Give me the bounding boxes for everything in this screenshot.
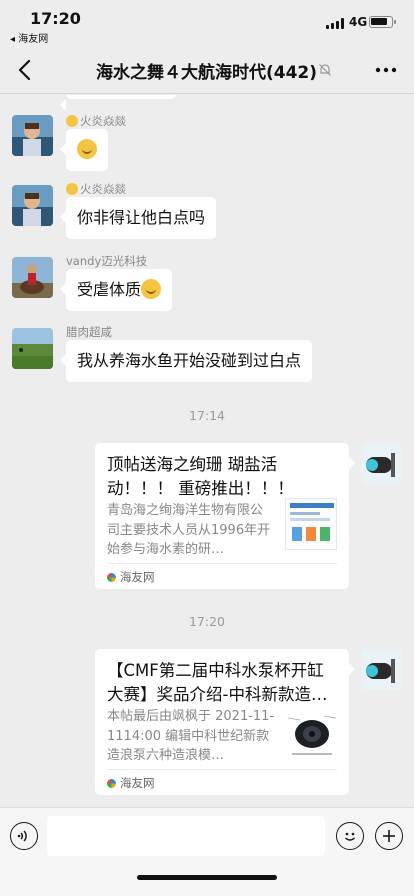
sender-name: 火炎焱燚	[66, 181, 126, 197]
message-bubble[interactable]: 受虐体质	[59, 269, 173, 311]
signal-icon	[326, 18, 344, 29]
voice-icon[interactable]	[10, 822, 38, 850]
link-card[interactable]: 【CMF第二届中科水泵杯开缸大赛】奖品介绍-中科新款造… 本帖最后由飒枫于 20…	[95, 649, 355, 795]
message-bubble-partial[interactable]	[60, 95, 176, 111]
card-divider	[107, 769, 337, 770]
message-input[interactable]	[47, 816, 325, 856]
source-logo-icon	[107, 572, 116, 582]
smile-emoji-icon	[66, 115, 78, 127]
avatar[interactable]	[12, 257, 53, 298]
card-thumbnail	[285, 498, 337, 550]
card-source: 海友网	[107, 775, 155, 791]
card-source: 海友网	[107, 569, 155, 585]
battery-icon	[369, 16, 396, 28]
card-description: 青岛海之绚海洋生物有限公司主要技术人员从1996年开始参与海水素的研…	[107, 503, 271, 557]
message-bubble[interactable]: 你非得让他白点吗	[59, 197, 217, 239]
emoji-icon[interactable]	[336, 822, 364, 850]
plus-icon[interactable]	[375, 822, 403, 850]
message-list[interactable]: 火炎焱燚 火炎焱燚 你非得让他白点吗 vandy迈光科技 受虐体质 腊肉超咸 我…	[0, 95, 414, 807]
status-bar: 17:20 ◂ 海友网 4G	[0, 0, 414, 46]
input-bar	[0, 807, 414, 896]
smile-emoji-icon	[66, 183, 78, 195]
avatar[interactable]	[361, 443, 402, 484]
home-indicator[interactable]	[137, 875, 277, 880]
message-bubble[interactable]: 我从养海水鱼开始没碰到过白点	[59, 340, 313, 382]
card-title: 顶帖送海之绚珊 瑚盐活动！！！ 重磅推出！！！	[107, 455, 294, 498]
timestamp: 17:14	[188, 408, 226, 423]
avatar[interactable]	[12, 185, 53, 226]
network-type: 4G	[349, 15, 368, 29]
back-to-app-link[interactable]: ◂ 海友网	[10, 30, 48, 45]
mute-bell-icon	[319, 64, 331, 76]
avatar[interactable]	[12, 328, 53, 369]
source-logo-icon	[107, 778, 116, 788]
more-dots-icon[interactable]	[374, 60, 398, 80]
sender-name: 腊肉超咸	[66, 325, 112, 339]
avatar[interactable]	[361, 649, 402, 690]
link-card[interactable]: 顶帖送海之绚珊 瑚盐活动！！！ 重磅推出！！！ 青岛海之绚海洋生物有限公司主要技…	[95, 443, 355, 589]
laughing-emoji-icon	[77, 139, 97, 159]
message-bubble[interactable]	[60, 129, 108, 171]
card-divider	[107, 563, 337, 564]
status-time: 17:20	[30, 9, 81, 28]
sender-name: 火炎焱燚	[66, 113, 126, 129]
timestamp: 17:20	[188, 614, 226, 629]
chat-title[interactable]: 海水之舞４大航海时代(442)	[96, 58, 317, 83]
grin-emoji-icon	[141, 279, 162, 299]
card-thumbnail	[285, 705, 337, 757]
battery-level	[371, 18, 387, 25]
card-title: 【CMF第二届中科水泵杯开缸大赛】奖品介绍-中科新款造…	[107, 661, 328, 704]
avatar[interactable]	[12, 115, 53, 156]
chevron-left-icon[interactable]	[14, 56, 38, 84]
chat-header: 海水之舞４大航海时代(442)	[0, 46, 414, 94]
sender-name: vandy迈光科技	[66, 254, 148, 268]
card-description: 本帖最后由飒枫于 2021-11-1114:00 编辑中科世纪新款造浪泵六种造浪…	[107, 709, 275, 763]
